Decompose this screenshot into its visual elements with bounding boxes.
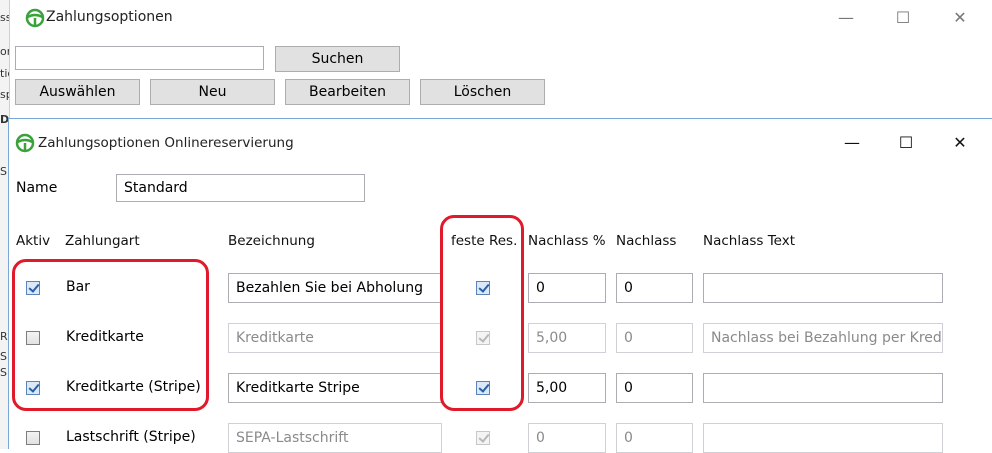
strip-fragment: R (0, 330, 8, 343)
name-label: Name (16, 180, 58, 196)
search-input[interactable] (15, 46, 264, 70)
strip-fragment: ss (0, 11, 9, 24)
discount-text-input[interactable] (703, 273, 943, 303)
discount-percent-input[interactable]: 0 (528, 273, 606, 303)
dialog-title: Zahlungsoptionen Onlinereservierung (38, 135, 294, 151)
highlight-box-active-payment-types (12, 259, 209, 411)
outer-window: Zahlungsoptionen — ☐ ✕ Suchen Auswählen … (10, 0, 992, 118)
discount-percent-input[interactable]: 5,00 (528, 373, 606, 403)
discount-percent-input[interactable]: 5,00 (528, 323, 606, 353)
strip-fragment: S (0, 165, 7, 178)
description-input[interactable]: Kreditkarte Stripe (228, 373, 442, 403)
delete-button[interactable]: Löschen (420, 79, 545, 105)
description-input[interactable]: Bezahlen Sie bei Abholung (228, 273, 442, 303)
close-button[interactable]: ✕ (937, 0, 983, 34)
minimize-button[interactable]: — (823, 0, 869, 34)
column-header-description: Bezeichnung (228, 233, 315, 249)
discount-text-input[interactable] (703, 373, 943, 403)
steering-wheel-icon (15, 133, 35, 153)
strip-fragment: sp (0, 88, 9, 101)
description-input[interactable]: Kreditkarte (228, 323, 442, 353)
steering-wheel-icon (25, 8, 45, 28)
dialog-minimize-button[interactable]: — (829, 125, 875, 159)
payment-type-label: Lastschrift (Stripe) (66, 429, 196, 445)
select-button[interactable]: Auswählen (15, 79, 140, 105)
strip-fragment: S (0, 366, 7, 379)
dialog-window: Zahlungsoptionen Onlinereservierung — ☐ … (8, 118, 992, 453)
discount-input[interactable]: 0 (616, 373, 693, 403)
column-header-payment-type: Zahlungart (65, 233, 140, 249)
dialog-close-button[interactable]: ✕ (937, 125, 983, 159)
new-button[interactable]: Neu (150, 79, 275, 105)
maximize-button[interactable]: ☐ (880, 0, 926, 34)
row-active-checkbox[interactable] (26, 431, 40, 445)
column-header-discount-percent: Nachlass % (528, 233, 606, 249)
discount-input[interactable]: 0 (616, 323, 693, 353)
column-header-discount: Nachlass (616, 233, 677, 249)
discount-input[interactable]: 0 (616, 273, 693, 303)
strip-fragment: on (0, 45, 9, 58)
fixed-reservation-checkbox[interactable] (476, 431, 490, 445)
discount-text-input[interactable]: Nachlass bei Bezahlung per Kreditk (703, 323, 943, 353)
highlight-box-fixed-reservation (440, 215, 524, 411)
search-button[interactable]: Suchen (275, 46, 400, 72)
column-header-discount-text: Nachlass Text (703, 233, 796, 249)
strip-fragment: S (0, 350, 7, 363)
edit-button[interactable]: Bearbeiten (285, 79, 410, 105)
dialog-maximize-button[interactable]: ☐ (883, 125, 929, 159)
window-title: Zahlungsoptionen (46, 9, 173, 25)
column-header-active: Aktiv (16, 233, 51, 249)
name-input[interactable]: Standard (116, 174, 365, 202)
strip-fragment: tic (0, 67, 9, 80)
